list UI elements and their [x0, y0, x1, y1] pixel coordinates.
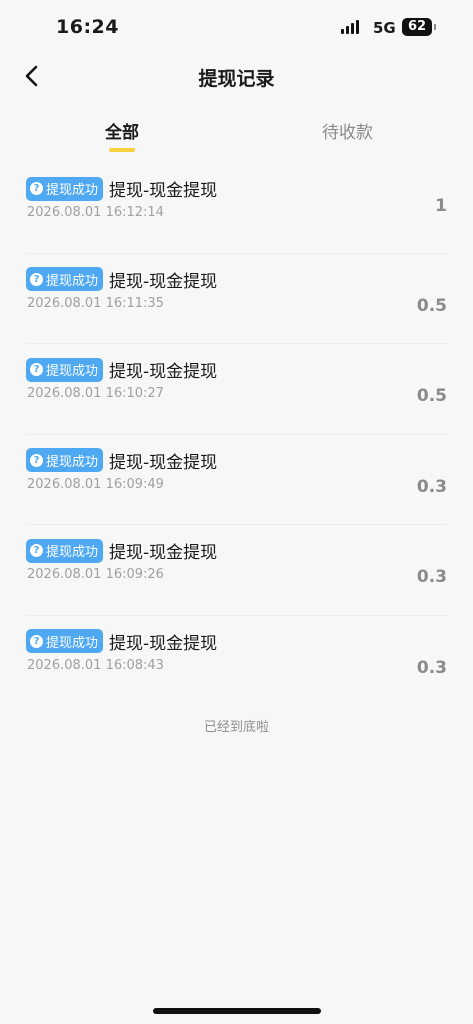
list-item[interactable]: ? 提现成功 提现-现金提现 2026.08.01 16:08:43 0.3: [26, 616, 447, 706]
home-indicator[interactable]: [153, 1008, 321, 1014]
list-item[interactable]: ? 提现成功 提现-现金提现 2026.08.01 16:11:35 0.5: [26, 254, 447, 344]
record-time: 2026.08.01 16:09:26: [27, 567, 164, 582]
record-amount: 0.5: [416, 295, 447, 316]
status-badge-label: 提现成功: [46, 364, 99, 379]
status-badge: ? 提现成功: [26, 357, 104, 382]
status-badge: ? 提现成功: [26, 267, 104, 291]
record-amount: 0.5: [416, 386, 447, 406]
list-item[interactable]: ? 提现成功 提现-现金提现 2026.08.01 16:12:14 1: [26, 163, 447, 254]
battery-icon: 62: [402, 18, 432, 36]
status-badge-label: 提现成功: [46, 635, 99, 651]
status-badge: ? 提现成功: [26, 629, 104, 653]
status-badge-label: 提现成功: [46, 545, 99, 560]
status-badge: ? 提现成功: [26, 538, 104, 563]
list-item[interactable]: ? 提现成功 提现-现金提现 2026.08.01 16:10:27 0.5: [26, 344, 447, 435]
record-time: 2026.08.01 16:11:35: [27, 295, 164, 311]
tab-bar: 全部 待收款: [0, 108, 473, 158]
question-icon: ?: [30, 363, 43, 376]
record-title: 提现-现金提现: [109, 543, 218, 563]
tab-all[interactable]: 全部: [105, 118, 139, 143]
record-title: 提现-现金提现: [109, 633, 218, 654]
withdrawal-record-list: ? 提现成功 提现-现金提现 2026.08.01 16:12:14 1 ? 提…: [0, 163, 473, 705]
status-badge-label: 提现成功: [46, 183, 99, 198]
record-time: 2026.08.01 16:12:14: [27, 205, 164, 220]
list-end-text: 已经到底啦: [203, 720, 269, 735]
question-icon: ?: [30, 272, 43, 286]
status-badge: ? 提现成功: [26, 448, 104, 472]
record-title: 提现-现金提现: [109, 181, 218, 201]
question-icon: ?: [30, 634, 43, 648]
record-time: 2026.08.01 16:08:43: [27, 657, 164, 673]
battery-nub: [434, 24, 436, 30]
record-time: 2026.08.01 16:09:49: [27, 476, 164, 492]
status-badge-label: 提现成功: [46, 454, 99, 470]
record-title: 提现-现金提现: [109, 452, 218, 473]
question-icon: ?: [30, 544, 43, 557]
record-time: 2026.08.01 16:10:27: [27, 386, 164, 401]
record-title: 提现-现金提现: [109, 362, 218, 382]
list-item[interactable]: ? 提现成功 提现-现金提现 2026.08.01 16:09:26 0.3: [26, 525, 447, 616]
question-icon: ?: [30, 453, 43, 467]
status-badge-label: 提现成功: [46, 273, 99, 289]
cellular-signal-icon: [341, 20, 361, 34]
record-title: 提现-现金提现: [109, 271, 218, 292]
page-title: 提现记录: [198, 68, 275, 90]
network-type: 5G: [373, 19, 396, 37]
record-amount: 1: [435, 196, 447, 216]
record-amount: 0.3: [416, 476, 447, 497]
question-icon: ?: [30, 182, 43, 195]
status-badge: ? 提现成功: [26, 176, 104, 201]
list-item[interactable]: ? 提现成功 提现-现金提现 2026.08.01 16:09:49 0.3: [26, 435, 447, 525]
record-amount: 0.3: [416, 657, 447, 678]
nav-bar: 提现记录: [0, 56, 473, 100]
record-amount: 0.3: [416, 567, 447, 587]
tab-pending[interactable]: 待收款: [322, 118, 373, 143]
status-time: 16:24: [56, 16, 119, 38]
status-bar: 16:24 5G 62: [0, 0, 473, 56]
active-tab-indicator: [109, 148, 135, 152]
